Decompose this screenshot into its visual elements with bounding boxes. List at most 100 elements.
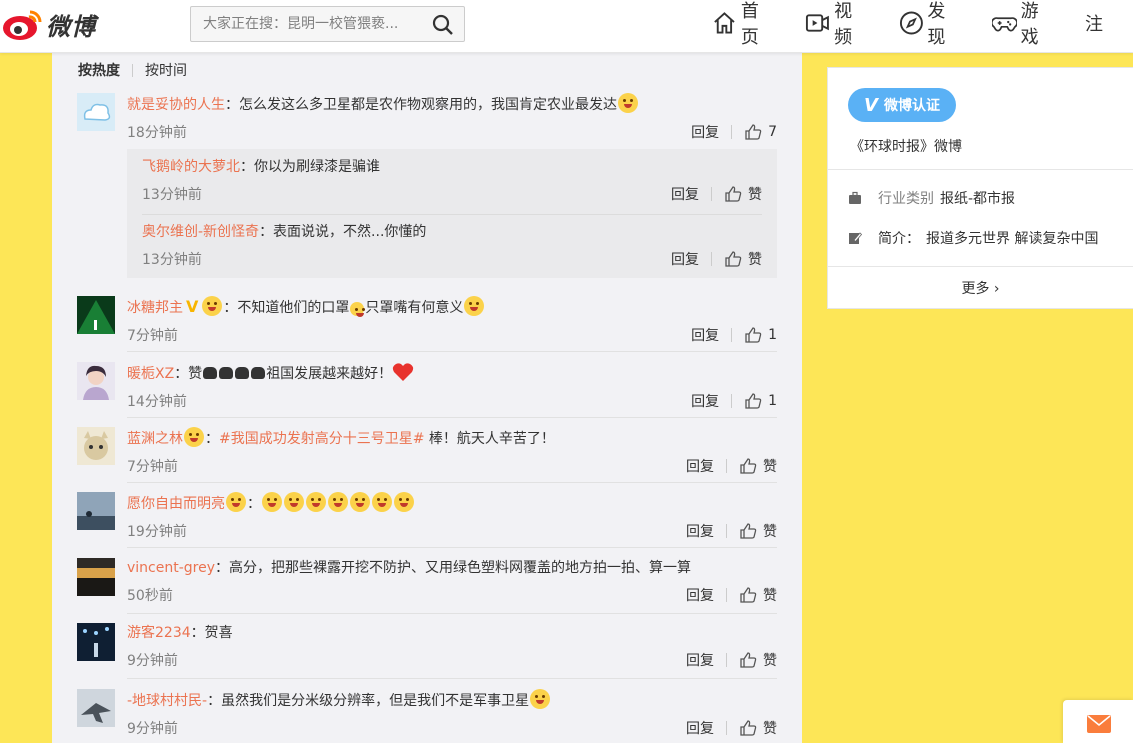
compass-icon (899, 11, 923, 35)
nav-game[interactable]: 游戏 (991, 0, 1055, 49)
reply-button[interactable]: 回复 (686, 585, 714, 605)
avatar[interactable] (77, 623, 115, 661)
like-button[interactable]: 赞 (739, 521, 777, 541)
comment-username[interactable]: 愿你自由而明亮 (127, 496, 225, 512)
like-button[interactable]: 1 (744, 392, 777, 410)
action-divider (731, 328, 733, 342)
comment-text-2: 只罩嘴有何意义 (365, 300, 464, 316)
comment-time: 9分钟前 (127, 653, 178, 669)
comment-time: 7分钟前 (127, 328, 178, 344)
comment-username[interactable]: -地球村村民- (127, 693, 207, 709)
avatar[interactable] (77, 362, 115, 400)
reply-username[interactable]: 飞鹅岭的大萝北 (142, 159, 240, 175)
like-button[interactable]: 1 (744, 326, 777, 344)
sort-tabs: 按热度 按时间 (78, 60, 187, 80)
search-icon[interactable] (432, 14, 454, 36)
reply-button[interactable]: 回复 (686, 521, 714, 541)
thumbs-up-icon (740, 458, 757, 474)
like-count: 1 (768, 327, 777, 343)
comment-text: ： (247, 496, 261, 512)
comment-time: 9分钟前 (127, 721, 178, 737)
industry-row: 行业类别 报纸-都市报 (848, 188, 1015, 208)
heart-eyes-emoji-icon (226, 492, 246, 512)
comment-username[interactable]: 冰糖邦主 (127, 300, 183, 316)
comment-username[interactable]: 蓝渊之林 (127, 431, 183, 447)
reply-button[interactable]: 回复 (691, 122, 719, 142)
reply-button[interactable]: 回复 (671, 184, 699, 204)
reply-button[interactable]: 回复 (671, 249, 699, 269)
avatar[interactable] (77, 689, 115, 727)
like-button[interactable]: 赞 (739, 585, 777, 605)
nav-game-label: 游戏 (1020, 1, 1039, 48)
intro-label: 简介： (878, 231, 920, 247)
comment-username[interactable]: 游客2234 (127, 625, 191, 641)
like-button[interactable]: 赞 (739, 650, 777, 670)
main-nav: 首页 视频 发现 游戏 注 (712, 0, 1133, 49)
like-count: 7 (768, 124, 777, 140)
comment-item: 就是妥协的人生：怎么发这么多卫星都是农作物观察用的，我国肯定农业最发达 18分钟… (77, 93, 777, 149)
scream-emoji-icon (284, 492, 304, 512)
reply-button[interactable]: 回复 (691, 325, 719, 345)
verified-name: 《环球时报》微博 (850, 139, 962, 155)
comment-time: 18分钟前 (127, 125, 187, 141)
reply-button[interactable]: 回复 (686, 718, 714, 738)
comment-text: ：虽然我们是分米级分辨率，但是我们不是军事卫星 (207, 693, 530, 709)
sort-by-time[interactable]: 按时间 (145, 60, 187, 80)
weibo-verify-badge[interactable]: V 微博认证 (848, 88, 956, 122)
profile-info-card: V 微博认证 《环球时报》微博 行业类别 报纸-都市报 简介： 报道多元世界 解读… (827, 67, 1133, 309)
comment-item: vincent-grey：高分，把那些裸露开挖不防护、又用绿色塑料网覆盖的地方拍… (77, 558, 777, 614)
like-button[interactable]: 赞 (724, 249, 762, 269)
scream-emoji-icon (350, 492, 370, 512)
avatar[interactable] (77, 296, 115, 334)
comment-username[interactable]: 就是妥协的人生 (127, 97, 225, 113)
reply-time: 13分钟前 (142, 187, 202, 203)
search-input[interactable] (191, 7, 419, 41)
avatar[interactable] (77, 93, 115, 131)
action-divider (726, 653, 727, 667)
gamepad-icon (991, 17, 1017, 32)
nav-discover[interactable]: 发现 (899, 0, 962, 49)
comment-username[interactable]: 暖栀XZ (127, 366, 174, 382)
comment-separator: ： (205, 431, 219, 447)
nav-video[interactable]: 视频 (805, 0, 868, 49)
mail-icon (1087, 715, 1111, 733)
scream-emoji-icon (394, 492, 414, 512)
reply-button[interactable]: 回复 (686, 456, 714, 476)
comment-text: ：高分，把那些裸露开挖不防护、又用绿色塑料网覆盖的地方拍一拍、算一算 (215, 560, 692, 576)
like-button[interactable]: 7 (744, 123, 777, 141)
comment-item: -地球村村民-：虽然我们是分米级分辨率，但是我们不是军事卫星 9分钟前 回复 赞 (77, 689, 777, 743)
like-button[interactable]: 赞 (724, 184, 762, 204)
more-link[interactable]: 更多 › (828, 278, 1133, 298)
like-button[interactable]: 赞 (739, 456, 777, 476)
avatar[interactable] (77, 492, 115, 530)
topic-link[interactable]: #我国成功发射高分十三号卫星# (219, 431, 424, 447)
search-box (190, 6, 465, 42)
video-icon (806, 14, 830, 32)
comment-item: 冰糖邦主 V ：不知道他们的口罩 只罩嘴有何意义 7分钟前 回复 1 (77, 296, 777, 352)
comment-username[interactable]: vincent-grey (127, 560, 215, 576)
weibo-eye-icon (3, 10, 42, 40)
laugh-emoji-icon (618, 93, 638, 113)
like-count: 赞 (763, 721, 777, 737)
nav-register-label: 注 (1085, 14, 1103, 35)
heart-eyes-emoji-icon (202, 296, 223, 316)
reply-button[interactable]: 回复 (686, 650, 714, 670)
avatar[interactable] (77, 427, 115, 465)
like-button[interactable]: 赞 (739, 718, 777, 738)
edit-icon (849, 232, 862, 244)
verify-v-icon: V (864, 94, 878, 116)
reply-username[interactable]: 奥尔维创-新创怪奇 (142, 224, 259, 240)
nav-home-label: 首页 (740, 1, 759, 48)
avatar[interactable] (77, 558, 115, 596)
like-count: 赞 (748, 252, 762, 268)
weibo-logo[interactable]: 微博 (2, 4, 96, 44)
nav-register[interactable]: 注 (1085, 10, 1103, 36)
sort-by-hot[interactable]: 按热度 (78, 60, 120, 80)
reply-button[interactable]: 回复 (691, 391, 719, 411)
message-float-button[interactable] (1063, 700, 1133, 743)
fist-icon (251, 367, 266, 379)
logo-text: 微博 (46, 12, 96, 41)
action-divider (726, 524, 727, 538)
nav-home[interactable]: 首页 (712, 0, 775, 49)
thumbs-up-icon (745, 393, 762, 409)
